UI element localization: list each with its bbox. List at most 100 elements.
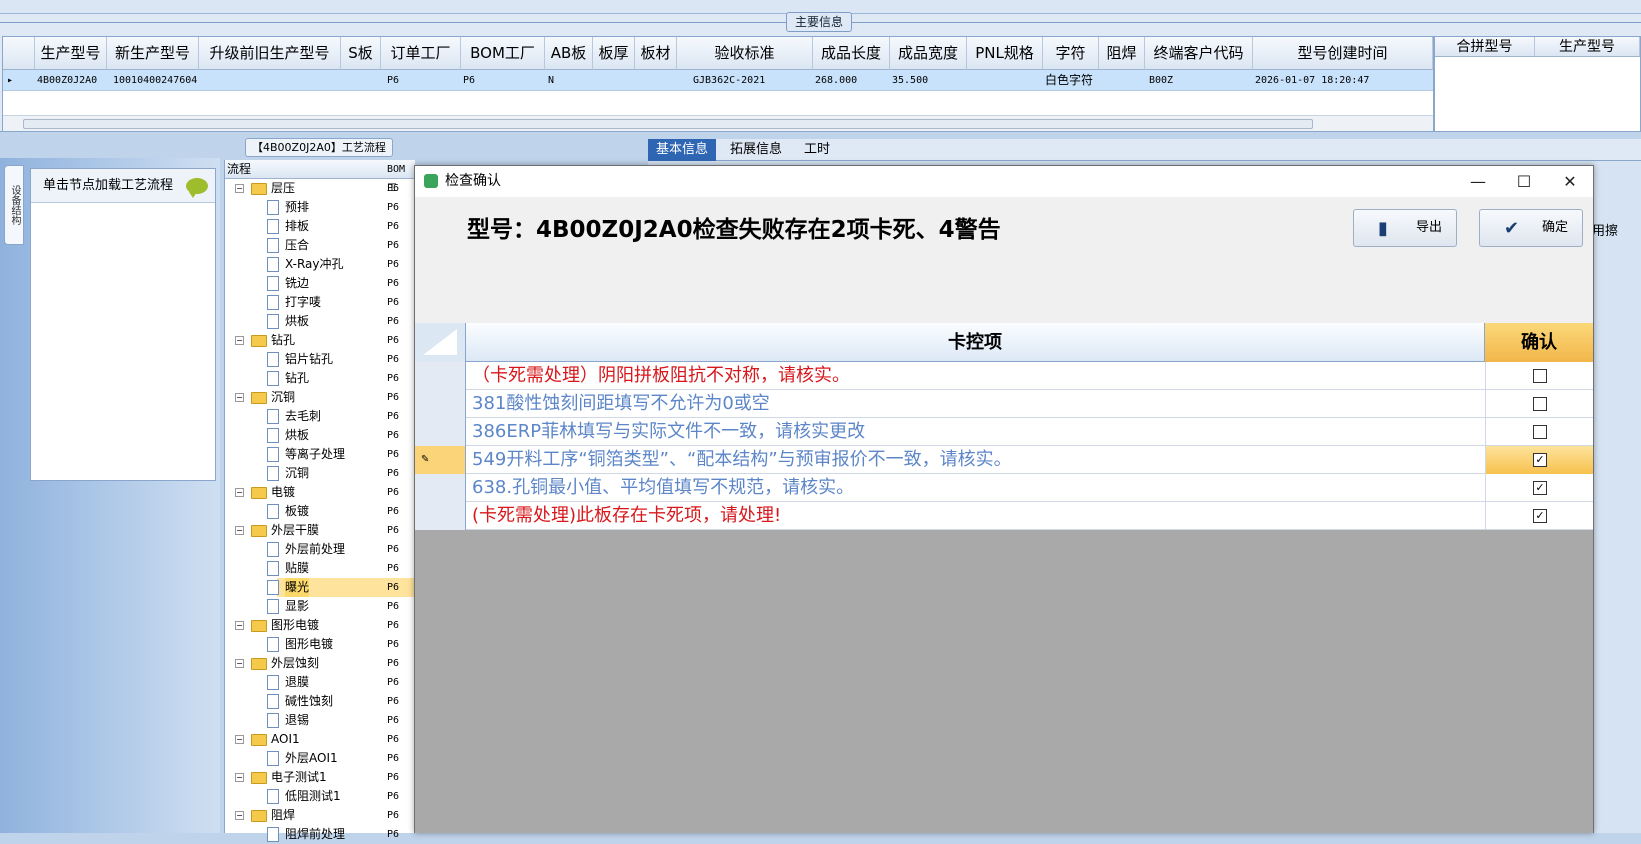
col-header[interactable]: 升级前旧生产型号 [199,37,341,70]
confirm-cell[interactable]: ✓ [1485,446,1593,474]
collapse-icon[interactable]: − [235,773,244,782]
tree-node[interactable]: 排板 P6 [225,217,415,236]
col-header[interactable]: 板厚 [593,37,635,70]
scrollbar-thumb[interactable] [23,119,1313,129]
cell-ab[interactable]: N [548,70,554,91]
cell-length[interactable]: 268.000 [815,70,857,91]
tree-node[interactable]: 烘板 P6 [225,426,415,445]
dialog-titlebar[interactable]: 检查确认 — ☐ ✕ [415,166,1593,197]
tab-extended-info[interactable]: 拓展信息 [722,139,790,161]
col-header[interactable]: 合拼型号 [1435,37,1535,57]
tree-node[interactable]: 退锡 P6 [225,711,415,730]
row-indicator[interactable] [415,362,466,390]
confirm-button[interactable]: ✔ 确定 [1479,209,1583,247]
horizontal-scrollbar[interactable] [3,115,1433,131]
close-icon[interactable]: ✕ [1547,166,1593,197]
cell-char[interactable]: 白色字符 [1045,70,1093,91]
tree-node[interactable]: 烘板 P6 [225,312,415,331]
col-header[interactable]: 字符 [1043,37,1099,70]
confirm-cell[interactable]: ✓ [1485,474,1593,502]
collapse-icon[interactable]: − [235,811,244,820]
confirm-cell[interactable] [1485,418,1593,446]
cell-order-factory[interactable]: P6 [387,70,399,91]
collapse-icon[interactable]: − [235,526,244,535]
col-header-item[interactable]: 卡控项 [466,323,1485,362]
col-header[interactable]: 验收标准 [677,37,813,70]
tree-node[interactable]: − 沉铜 P6 [225,388,415,407]
row-indicator[interactable] [415,390,466,418]
col-header[interactable]: 终端客户代码 [1145,37,1253,70]
confirm-cell[interactable] [1485,390,1593,418]
side-tab-equipment[interactable]: 设备结构 [4,165,24,245]
confirm-checkbox[interactable] [1533,397,1547,411]
table-row[interactable]: ▸ 4B00Z0J2A0 10010400247604 P6 P6 N GJB3… [3,70,1433,91]
col-header[interactable]: 新生产型号 [107,37,199,70]
tree-node[interactable]: 板镀 P6 [225,502,415,521]
maximize-icon[interactable]: ☐ [1501,166,1547,197]
tab-basic-info[interactable]: 基本信息 [648,139,717,161]
confirm-cell[interactable] [1485,362,1593,390]
tree-node[interactable]: 显影 P6 [225,597,415,616]
tree-node[interactable]: 等离子处理 P6 [225,445,415,464]
confirm-checkbox[interactable] [1533,425,1547,439]
col-header[interactable]: 订单工厂 [381,37,461,70]
collapse-icon[interactable]: − [235,336,244,345]
tree-node[interactable]: − 电子测试1 P6 [225,768,415,787]
row-indicator[interactable]: ✎ [415,446,466,474]
row-indicator[interactable] [415,502,466,530]
row-indicator[interactable] [415,474,466,502]
tree-node[interactable]: 铣边 P6 [225,274,415,293]
tree-node[interactable]: 退膜 P6 [225,673,415,692]
load-process-box[interactable]: 单击节点加载工艺流程 [30,168,216,481]
tree-node[interactable]: X-Ray冲孔 P6 [225,255,415,274]
confirm-cell[interactable]: ✓ [1485,502,1593,530]
col-header[interactable]: S板 [341,37,381,70]
tree-node[interactable]: − 外层干膜 P6 [225,521,415,540]
cell-standard[interactable]: GJB362C-2021 [693,70,765,91]
grid-corner[interactable] [3,37,35,70]
cell-prod-model[interactable]: 4B00Z0J2A0 [37,70,97,91]
merge-grid[interactable]: 合拼型号 生产型号 [1434,36,1641,132]
export-button[interactable]: ▮ 导出 [1353,209,1457,247]
tree-node[interactable]: 曝光 P6 [225,578,415,597]
check-row[interactable]: ✎ 549开料工序“铜箔类型”、“配本结构”与预审报价不一致，请核实。 ✓ [415,446,1593,474]
cell-customer[interactable]: B00Z [1149,70,1173,91]
col-header[interactable]: 型号创建时间 [1253,37,1433,70]
tab-work-hours[interactable]: 工时 [796,139,838,161]
tree-node[interactable]: − 层压 P6 [225,179,415,198]
col-header[interactable]: 成品宽度 [890,37,967,70]
cell-width[interactable]: 35.500 [892,70,928,91]
minimize-icon[interactable]: — [1455,166,1501,197]
main-info-grid[interactable]: 生产型号 新生产型号 升级前旧生产型号 S板 订单工厂 BOM工厂 AB板 板厚… [2,36,1434,132]
check-row[interactable]: (卡死需处理)此板存在卡死项，请处理! ✓ [415,502,1593,530]
tree-node[interactable]: 铝片钻孔 P6 [225,350,415,369]
collapse-icon[interactable]: − [235,735,244,744]
tree-header[interactable]: 流程 BOM工 [225,160,415,194]
collapse-icon[interactable]: − [235,659,244,668]
tree-node[interactable]: 贴膜 P6 [225,559,415,578]
check-row[interactable]: 386ERP菲林填写与实际文件不一致，请核实更改 [415,418,1593,446]
tree-node[interactable]: 去毛刺 P6 [225,407,415,426]
col-header[interactable]: PNL规格 [967,37,1043,70]
col-header[interactable]: 生产型号 [1535,37,1640,57]
col-header[interactable]: 成品长度 [813,37,890,70]
confirm-checkbox[interactable] [1533,369,1547,383]
cell-bom-factory[interactable]: P6 [463,70,475,91]
cell-created[interactable]: 2026-01-07 18:20:47 [1255,70,1369,91]
tree-node[interactable]: − AOI1 P6 [225,730,415,749]
check-row[interactable]: （卡死需处理）阴阳拼板阻抗不对称，请核实。 [415,362,1593,390]
tree-node[interactable]: − 电镀 P6 [225,483,415,502]
process-tree[interactable]: 流程 BOM工 − 层压 P6 预排 P6 排板 P6 压合 P6 X-Ray冲孔 P6 铣边 P6 打字… [224,160,415,842]
tree-node[interactable]: 低阻测试1 P6 [225,787,415,806]
tree-node[interactable]: 阻焊前处理 P6 [225,825,415,844]
collapse-icon[interactable]: − [235,621,244,630]
tree-node[interactable]: − 钻孔 P6 [225,331,415,350]
confirm-checkbox[interactable]: ✓ [1533,509,1547,523]
col-header-confirm[interactable]: 确认 [1485,323,1593,362]
tree-node[interactable]: 图形电镀 P6 [225,635,415,654]
col-header[interactable]: 生产型号 [35,37,107,70]
tree-node[interactable]: 外层前处理 P6 [225,540,415,559]
tree-node[interactable]: − 阻焊 P6 [225,806,415,825]
collapse-icon[interactable]: − [235,488,244,497]
tree-node[interactable]: − 外层蚀刻 P6 [225,654,415,673]
